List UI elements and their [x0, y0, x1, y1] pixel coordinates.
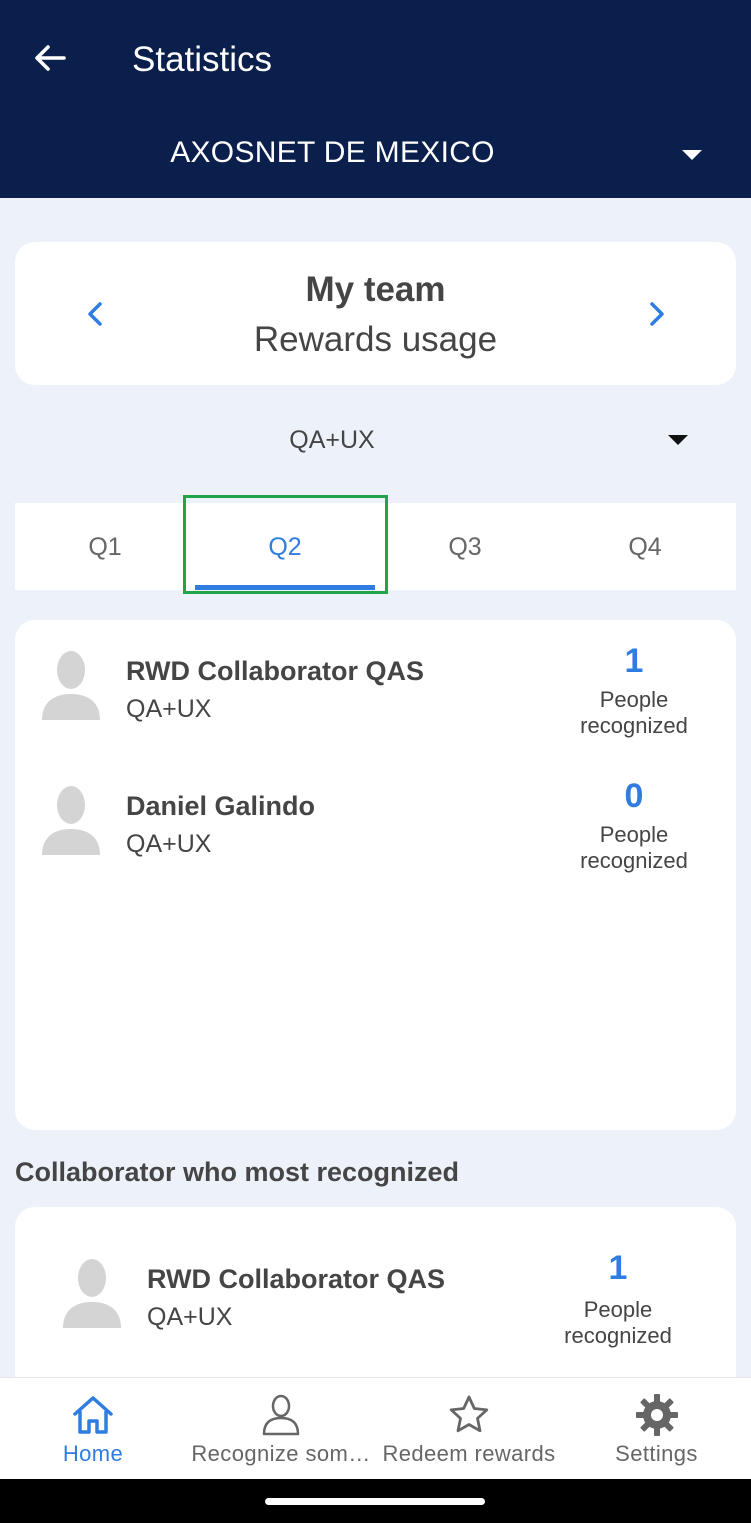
home-icon: [73, 1396, 113, 1434]
star-icon: [449, 1395, 489, 1433]
tab-q4[interactable]: Q4: [555, 503, 735, 590]
section-title: Collaborator who most recognized: [15, 1157, 460, 1187]
nav-home-label: Home: [62, 1441, 124, 1466]
nav-redeem[interactable]: Redeem rewards: [376, 1378, 562, 1480]
member-team: QA+UX: [147, 1303, 233, 1331]
company-selector[interactable]: AXOSNET DE MEXICO: [0, 136, 665, 170]
team-dropdown[interactable]: QA+UX: [15, 410, 736, 472]
avatar: [61, 1254, 123, 1328]
avatar: [40, 781, 102, 855]
next-button[interactable]: [637, 292, 677, 336]
highlight-box: [183, 495, 388, 594]
avatar: [40, 646, 102, 720]
team-members-card: RWD Collaborator QAS QA+UX 1 People reco…: [15, 620, 736, 1130]
nav-settings[interactable]: Settings: [562, 1378, 751, 1480]
tab-q1[interactable]: Q1: [15, 503, 195, 590]
system-nav-bar: [0, 1479, 751, 1523]
list-item[interactable]: RWD Collaborator QAS QA+UX 1 People reco…: [15, 642, 736, 752]
recognized-label-line1: People: [599, 822, 669, 847]
card-subtitle: Rewards usage: [253, 320, 498, 359]
nav-home[interactable]: Home: [0, 1378, 186, 1480]
recognized-count: 1: [624, 642, 644, 680]
member-team: QA+UX: [126, 695, 212, 723]
member-name: Daniel Galindo: [126, 791, 316, 821]
team-dropdown-value: QA+UX: [289, 426, 375, 454]
stats-header-card: My team Rewards usage: [15, 242, 736, 385]
chevron-right-icon: [650, 302, 664, 326]
recognized-label-line2: recognized: [580, 848, 688, 873]
person-silhouette-icon: [42, 786, 100, 855]
person-silhouette-icon: [63, 1259, 121, 1328]
app-bar: Statistics AXOSNET DE MEXICO: [0, 0, 751, 198]
recognized-label-line2: recognized: [580, 713, 688, 738]
member-team: QA+UX: [126, 830, 212, 858]
member-name: RWD Collaborator QAS: [126, 656, 425, 686]
home-gesture-handle[interactable]: [265, 1498, 485, 1505]
recognized-count: 0: [624, 777, 644, 815]
tab-q3[interactable]: Q3: [375, 503, 555, 590]
gear-icon: [636, 1394, 678, 1436]
list-item[interactable]: Daniel Galindo QA+UX 0 People recognized: [15, 777, 736, 887]
arrow-left-icon: [35, 45, 66, 71]
member-name: RWD Collaborator QAS: [147, 1264, 446, 1294]
person-silhouette-icon: [42, 651, 100, 720]
nav-recognize-label: Recognize som…: [191, 1441, 371, 1466]
recognized-label-line1: People: [599, 687, 669, 712]
recognized-label-line1: People: [583, 1297, 653, 1322]
list-item[interactable]: RWD Collaborator QAS QA+UX 1 People reco…: [15, 1245, 736, 1355]
recognized-count: 1: [608, 1249, 628, 1287]
nav-settings-label: Settings: [615, 1441, 698, 1466]
caret-down-icon: [668, 435, 688, 445]
nav-recognize[interactable]: Recognize som…: [186, 1378, 376, 1480]
recognized-label-line2: recognized: [564, 1323, 672, 1348]
bottom-navigation: Home Recognize som… Redeem rewards Setti…: [0, 1377, 751, 1479]
back-button[interactable]: [30, 38, 70, 78]
nav-redeem-label: Redeem rewards: [382, 1441, 556, 1466]
page-title: Statistics: [132, 40, 273, 79]
top-recognizer-card: RWD Collaborator QAS QA+UX 1 People reco…: [15, 1207, 736, 1377]
card-title: My team: [305, 270, 446, 309]
caret-down-icon[interactable]: [682, 150, 702, 160]
person-icon: [262, 1394, 300, 1436]
